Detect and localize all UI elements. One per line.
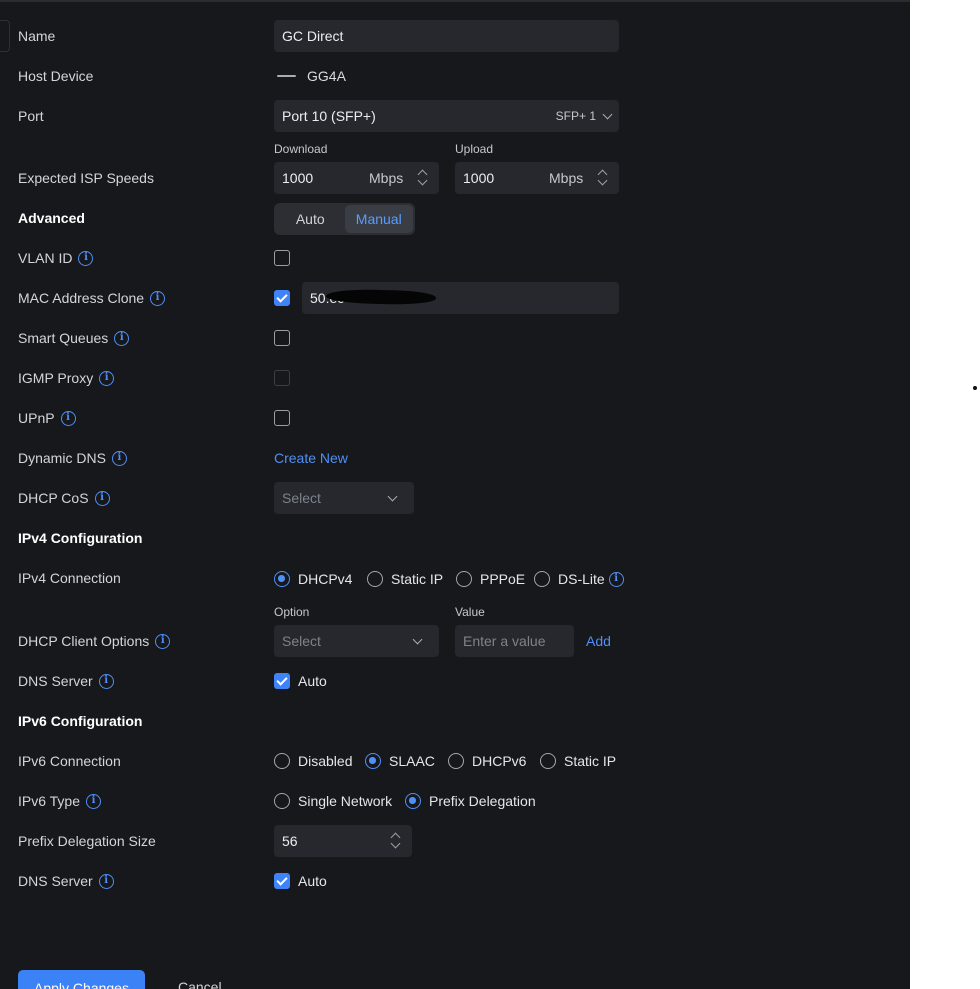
dns-v6-auto-label: Auto	[298, 873, 327, 889]
upload-speed-input[interactable]: 1000 Mbps	[455, 162, 619, 194]
ipv6-dhcpv6-option[interactable]: DHCPv6	[448, 751, 526, 771]
port-label: Port	[18, 108, 44, 124]
panel-collapse-handle[interactable]	[0, 20, 10, 52]
port-select[interactable]: Port 10 (SFP+) SFP+ 1	[274, 100, 619, 132]
info-icon[interactable]: i	[78, 250, 94, 266]
settings-panel: Name GC Direct Host Device GG4A Port Por…	[0, 0, 910, 989]
ipv4-section-title: IPv4 Configuration	[18, 530, 143, 546]
dns-v6-auto-checkbox[interactable]	[274, 873, 290, 889]
advanced-toggle[interactable]: Auto Manual	[274, 203, 415, 235]
download-unit: Mbps	[369, 170, 404, 186]
ipv6-section-title: IPv6 Configuration	[18, 713, 143, 729]
ipv6-slaac-option[interactable]: SLAAC	[365, 751, 435, 771]
radio[interactable]	[534, 571, 550, 587]
ipv4-static-ip-option[interactable]: Static IP	[367, 569, 443, 589]
upnp-label: UPnP i	[18, 408, 76, 428]
add-option-link[interactable]: Add	[586, 633, 611, 649]
isp-speeds-label: Expected ISP Speeds	[18, 170, 154, 186]
chevron-down-icon	[387, 491, 398, 501]
ipv4-pppoe-option[interactable]: PPPoE	[456, 569, 525, 589]
dhcp-cos-select[interactable]: Select	[274, 482, 414, 514]
vlan-id-label: VLAN ID i	[18, 248, 94, 268]
ipv6-disabled-option[interactable]: Disabled	[274, 751, 352, 771]
radio[interactable]	[274, 793, 290, 809]
advanced-manual-option[interactable]: Manual	[344, 205, 413, 233]
info-icon[interactable]: i	[86, 793, 102, 809]
chevron-down-icon	[412, 634, 423, 644]
download-label: Download	[274, 142, 328, 156]
ipv4-ds-lite-option[interactable]: DS-Lite i	[534, 569, 624, 589]
info-icon[interactable]: i	[150, 290, 166, 306]
apply-changes-button[interactable]: Apply Changes	[18, 970, 145, 989]
download-stepper[interactable]	[417, 165, 429, 191]
host-device-label: Host Device	[18, 68, 94, 84]
igmp-proxy-checkbox	[274, 370, 290, 386]
dns-auto-checkbox[interactable]	[274, 673, 290, 689]
info-icon[interactable]: i	[99, 370, 115, 386]
upload-label: Upload	[455, 142, 494, 156]
smart-queues-label: Smart Queues i	[18, 328, 130, 348]
info-icon[interactable]: i	[60, 410, 76, 426]
chevron-down-icon[interactable]	[417, 175, 428, 186]
chevron-down-icon[interactable]	[390, 838, 401, 849]
port-badge: SFP+ 1	[555, 109, 596, 123]
prefix-size-label: Prefix Delegation Size	[18, 833, 156, 849]
ipv4-connection-label: IPv4 Connection	[18, 570, 121, 586]
upnp-checkbox[interactable]	[274, 410, 290, 426]
advanced-auto-option[interactable]: Auto	[276, 205, 345, 233]
name-label: Name	[18, 28, 56, 44]
dhcp-option-value-input[interactable]: Enter a value	[455, 625, 574, 657]
device-line-icon	[277, 75, 296, 77]
info-icon[interactable]: i	[114, 330, 130, 346]
radio[interactable]	[456, 571, 472, 587]
radio[interactable]	[448, 753, 464, 769]
ipv6-connection-label: IPv6 Connection	[18, 753, 121, 769]
upload-stepper[interactable]	[597, 165, 609, 191]
vlan-id-checkbox[interactable]	[274, 250, 290, 266]
radio[interactable]	[540, 753, 556, 769]
igmp-proxy-label: IGMP Proxy i	[18, 368, 115, 388]
chevron-down-icon	[602, 109, 613, 119]
ipv6-prefix-delegation-option[interactable]: Prefix Delegation	[405, 791, 536, 811]
value-label: Value	[455, 605, 485, 619]
ipv4-dhcpv4-option[interactable]: DHCPv4	[274, 569, 352, 589]
info-icon[interactable]: i	[98, 673, 114, 689]
host-device-value: GG4A	[307, 68, 346, 84]
ipv6-static-ip-option[interactable]: Static IP	[540, 751, 616, 771]
info-icon[interactable]: i	[111, 450, 127, 466]
ipv6-single-network-option[interactable]: Single Network	[274, 791, 392, 811]
upload-unit: Mbps	[549, 170, 584, 186]
option-label: Option	[274, 605, 310, 619]
mac-clone-label: MAC Address Clone i	[18, 288, 166, 308]
info-icon[interactable]: i	[155, 633, 171, 649]
advanced-label: Advanced	[18, 210, 85, 226]
dhcp-cos-label: DHCP CoS i	[18, 488, 110, 508]
dns-auto-label: Auto	[298, 673, 327, 689]
dns-server-label: DNS Server i	[18, 671, 114, 691]
info-icon[interactable]: i	[94, 490, 110, 506]
info-icon[interactable]: i	[608, 571, 624, 587]
radio-selected[interactable]	[274, 571, 290, 587]
mac-clone-checkbox[interactable]	[274, 290, 290, 306]
cancel-button[interactable]: Cancel	[178, 979, 222, 989]
radio[interactable]	[274, 753, 290, 769]
chevron-down-icon[interactable]	[597, 175, 608, 186]
prefix-size-stepper[interactable]	[390, 828, 402, 854]
ipv6-type-label: IPv6 Type i	[18, 791, 102, 811]
create-new-link[interactable]: Create New	[274, 450, 348, 466]
dynamic-dns-label: Dynamic DNS i	[18, 448, 127, 468]
prefix-size-input[interactable]: 56	[274, 825, 412, 857]
dhcp-option-select[interactable]: Select	[274, 625, 439, 657]
download-speed-input[interactable]: 1000 Mbps	[274, 162, 439, 194]
dns-server-v6-label: DNS Server i	[18, 871, 114, 891]
smart-queues-checkbox[interactable]	[274, 330, 290, 346]
dhcp-client-options-label: DHCP Client Options i	[18, 631, 171, 651]
radio[interactable]	[367, 571, 383, 587]
stray-dot	[973, 386, 977, 390]
info-icon[interactable]: i	[98, 873, 114, 889]
name-input[interactable]: GC Direct	[274, 20, 619, 52]
radio-selected[interactable]	[405, 793, 421, 809]
radio-selected[interactable]	[365, 753, 381, 769]
